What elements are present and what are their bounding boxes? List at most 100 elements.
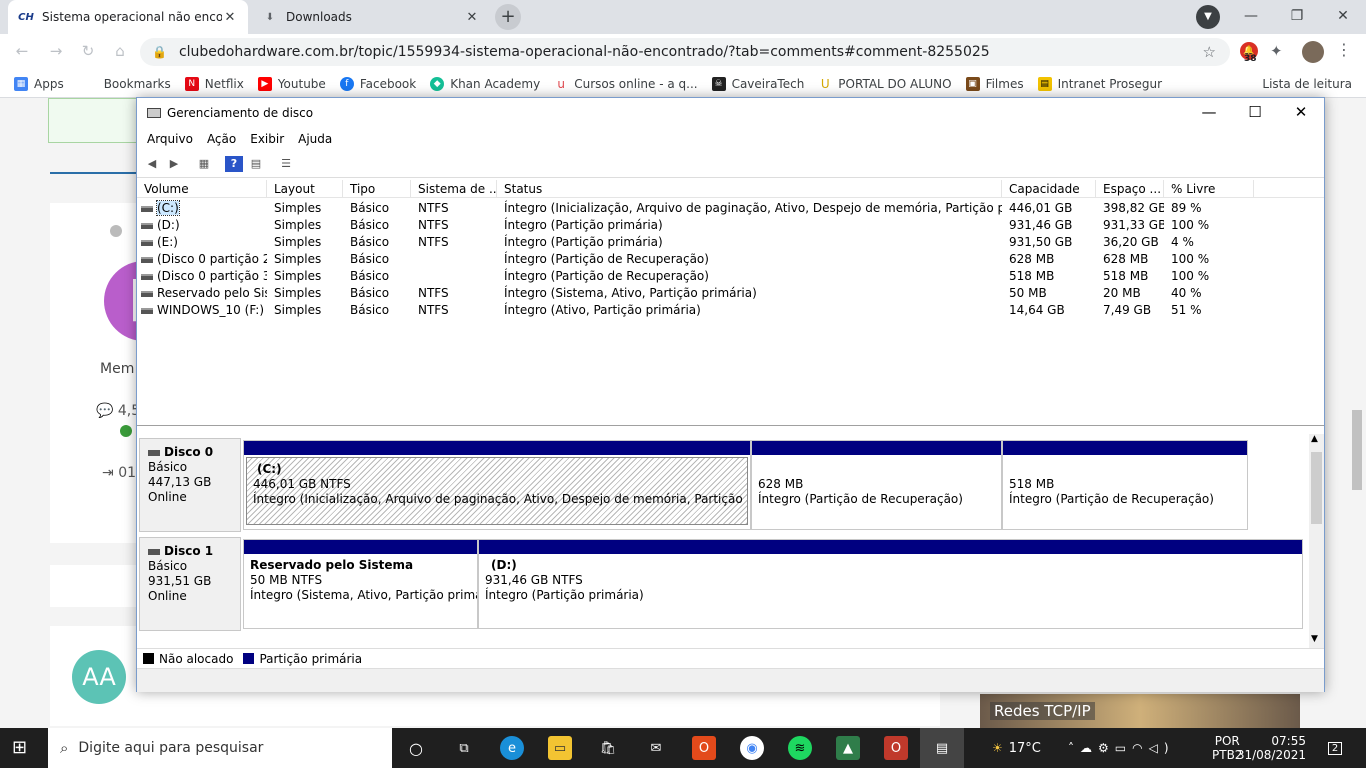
partition-recovery-2[interactable]: 518 MB Íntegro (Partição de Recuperação): [1002, 440, 1248, 530]
store-icon[interactable]: 🛍: [596, 736, 620, 760]
bookmark-khan[interactable]: ◆ Khan Academy: [430, 76, 540, 91]
properties-icon[interactable]: ▤: [247, 156, 265, 172]
new-tab-button[interactable]: +: [495, 4, 521, 30]
bookmark-intranet[interactable]: ▤ Intranet Prosegur: [1037, 76, 1162, 91]
help-icon[interactable]: ?: [225, 155, 243, 172]
details-icon[interactable]: ☰: [277, 156, 295, 172]
back-arrow-icon[interactable]: ◀: [143, 156, 161, 172]
bookmark-netflix[interactable]: N Netflix: [184, 76, 244, 91]
volume-icon: [141, 222, 153, 229]
mail-icon[interactable]: ✉: [644, 736, 668, 760]
minimize-icon[interactable]: —: [1228, 0, 1274, 32]
scroll-thumb[interactable]: [1311, 452, 1322, 524]
col-status[interactable]: Status: [497, 180, 1002, 198]
clock[interactable]: 07:55 31/08/2021: [1237, 728, 1306, 768]
partition-d[interactable]: (D:) 931,46 GB NTFS Íntegro (Partição pr…: [478, 539, 1303, 629]
bookmark-bookmarks[interactable]: Bookmarks: [104, 77, 171, 91]
menu-exibir[interactable]: Exibir: [250, 132, 284, 146]
cursos-icon: u: [554, 76, 569, 91]
table-row[interactable]: (Disco 0 partição 3) Simples Básico Ínte…: [137, 268, 1324, 285]
reload-icon[interactable]: ↻: [78, 42, 98, 60]
disk1-label[interactable]: Disco 1 Básico 931,51 GB Online: [139, 537, 241, 631]
app-icon[interactable]: ▲: [836, 736, 860, 760]
tab-downloads[interactable]: ⬇ Downloads ✕: [252, 0, 490, 34]
office-icon[interactable]: O: [692, 736, 716, 760]
tab-active[interactable]: CH Sistema operacional não encontr ✕: [8, 0, 248, 34]
table-row[interactable]: (D:) Simples Básico NTFS Íntegro (Partiç…: [137, 217, 1324, 234]
col-sistema[interactable]: Sistema de ...: [411, 180, 497, 198]
close-icon[interactable]: ✕: [1320, 0, 1366, 32]
bookmark-cursos[interactable]: u Cursos online - a q...: [554, 76, 698, 91]
cortana-icon[interactable]: ○: [404, 736, 428, 760]
chrome-icon[interactable]: ◉: [740, 736, 764, 760]
partition-c[interactable]: (C:) 446,01 GB NTFS Íntegro (Inicializaç…: [243, 440, 751, 530]
col-tipo[interactable]: Tipo: [343, 180, 411, 198]
col-espaco[interactable]: Espaço ...: [1096, 180, 1164, 198]
col-volume[interactable]: Volume: [137, 180, 267, 198]
scroll-up-icon[interactable]: ▲: [1311, 434, 1318, 444]
office-2-icon[interactable]: O: [884, 736, 908, 760]
back-icon[interactable]: ←: [12, 42, 32, 60]
bookmark-caveiratech[interactable]: ☠ CaveiraTech: [711, 76, 804, 91]
home-icon[interactable]: ⌂: [110, 42, 130, 60]
disk1-name: Disco 1: [164, 544, 214, 558]
windows-start-icon[interactable]: ⊞: [12, 738, 32, 758]
table-row[interactable]: Reservado pelo Sis... Simples Básico NTF…: [137, 285, 1324, 302]
close-tab-icon[interactable]: ✕: [464, 10, 480, 25]
bookmark-facebook[interactable]: f Facebook: [339, 76, 416, 91]
window-close-icon[interactable]: ✕: [1278, 98, 1324, 128]
legend-unallocated-swatch: [143, 653, 154, 664]
bookmark-apps[interactable]: ▦ Apps: [14, 76, 64, 91]
page-scrollbar[interactable]: [1352, 410, 1362, 490]
table-row[interactable]: WINDOWS_10 (F:) Simples Básico NTFS Ínte…: [137, 302, 1324, 319]
forward-arrow-icon[interactable]: ▶: [165, 156, 183, 172]
graph-scrollbar[interactable]: ▲ ▼: [1309, 434, 1324, 648]
console-tree-icon[interactable]: ▦: [195, 156, 213, 172]
partition-size: 50 MB NTFS: [250, 573, 323, 587]
tab-search-icon[interactable]: ▼: [1196, 5, 1220, 29]
partition-status: Íntegro (Inicialização, Arquivo de pagin…: [253, 492, 748, 506]
table-row[interactable]: (E:) Simples Básico NTFS Íntegro (Partiç…: [137, 234, 1324, 251]
menu-arquivo[interactable]: Arquivo: [147, 132, 193, 146]
partition-size: 518 MB: [1009, 477, 1055, 491]
bookmark-portal[interactable]: U PORTAL DO ALUNO: [818, 76, 952, 91]
address-bar[interactable]: 🔒 clubedohardware.com.br/topic/1559934-s…: [140, 38, 1230, 66]
tray-icons[interactable]: ˄ ☁ ⚙ ▭ ◠ ◁): [1068, 728, 1175, 768]
scroll-down-icon[interactable]: ▼: [1311, 634, 1318, 644]
edge-icon[interactable]: e: [500, 736, 524, 760]
col-layout[interactable]: Layout: [267, 180, 343, 198]
post-count: 💬 4,5: [96, 403, 141, 419]
menu-dots-icon[interactable]: ⋮: [1336, 40, 1352, 59]
table-row[interactable]: (Disco 0 partição 2) Simples Básico Ínte…: [137, 251, 1324, 268]
spotify-icon[interactable]: ≋: [788, 736, 812, 760]
col-capacidade[interactable]: Capacidade: [1002, 180, 1096, 198]
partition-size: 931,46 GB NTFS: [485, 573, 583, 587]
window-maximize-icon[interactable]: ☐: [1232, 98, 1278, 128]
restore-icon[interactable]: ❐: [1274, 0, 1320, 32]
weather[interactable]: ☀ 17°C: [992, 728, 1041, 768]
task-view-icon[interactable]: ⧉: [452, 736, 476, 760]
col-livre[interactable]: % Livre: [1164, 180, 1254, 198]
bookmark-youtube[interactable]: ▶ Youtube: [257, 76, 326, 91]
close-tab-icon[interactable]: ✕: [222, 10, 238, 25]
disk-management-task-icon[interactable]: ▤: [920, 728, 964, 768]
taskbar-search[interactable]: ⌕ Digite aqui para pesquisar: [48, 728, 392, 768]
menu-acao[interactable]: Ação: [207, 132, 236, 146]
partition-reserved[interactable]: Reservado pelo Sistema 50 MB NTFS Íntegr…: [243, 539, 478, 629]
forward-icon[interactable]: →: [46, 42, 66, 60]
menu-ajuda[interactable]: Ajuda: [298, 132, 332, 146]
bookmark-filmes[interactable]: ▣ Filmes: [965, 76, 1024, 91]
bookmarks-bar: ▦ Apps Bookmarks N Netflix ▶ Youtube f Faceb…: [0, 70, 1366, 98]
bookmark-star-icon[interactable]: ☆: [1203, 43, 1216, 61]
ad-banner[interactable]: Redes TCP/IP: [980, 694, 1300, 728]
notifications-icon[interactable]: 2: [1322, 728, 1348, 768]
file-explorer-icon[interactable]: ▭: [548, 736, 572, 760]
partition-bar: [244, 441, 750, 455]
profile-avatar[interactable]: [1302, 41, 1324, 63]
extensions-puzzle-icon[interactable]: ✦: [1270, 42, 1283, 60]
window-minimize-icon[interactable]: —: [1186, 98, 1232, 128]
reading-list[interactable]: Lista de leitura: [1262, 77, 1352, 91]
disk0-label[interactable]: Disco 0 Básico 447,13 GB Online: [139, 438, 241, 532]
partition-recovery-1[interactable]: 628 MB Íntegro (Partição de Recuperação): [751, 440, 1002, 530]
table-row[interactable]: (C:) Simples Básico NTFS Íntegro (Inicia…: [137, 200, 1324, 217]
